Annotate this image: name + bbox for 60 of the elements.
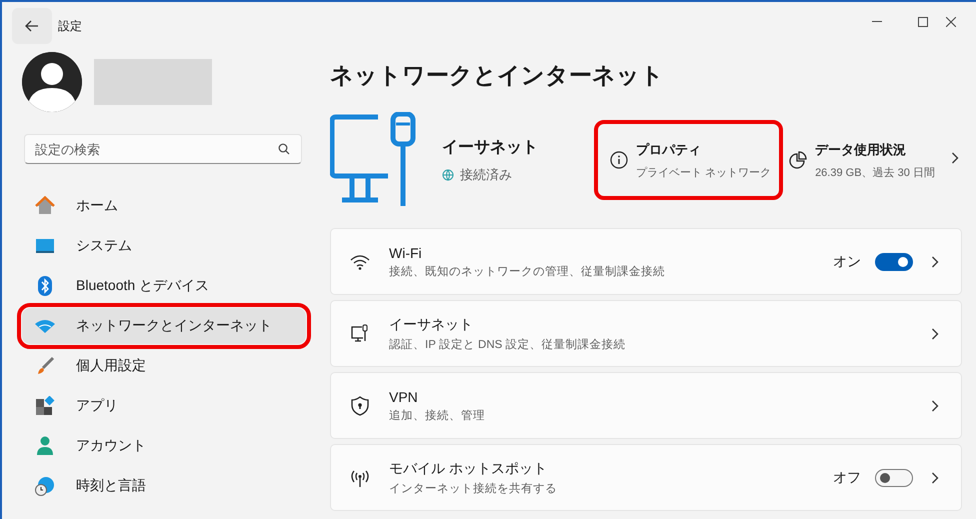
network-type: プライベート ネットワーク	[636, 166, 772, 180]
nav-item[interactable]: アカウント	[22, 428, 306, 464]
settings-card[interactable]: モバイル ホットスポット インターネット接続を共有する オフ	[330, 444, 962, 511]
connection-status: 接続済み	[460, 166, 512, 184]
wifi-icon	[34, 318, 56, 334]
data-usage-link[interactable]: データ使用状況 26.39 GB、過去 30 日間	[789, 140, 959, 180]
globe-clock-icon	[35, 476, 55, 496]
paintbrush-icon	[35, 356, 55, 376]
card-title: VPN	[389, 388, 419, 404]
close-icon	[946, 17, 956, 27]
card-description: 認証、IP 設定と DNS 設定、従量制課金接続	[389, 338, 627, 352]
nav-item[interactable]: 個人用設定	[22, 348, 306, 384]
settings-card[interactable]: VPN 追加、接続、管理	[330, 372, 962, 439]
card-description: インターネット接続を共有する	[389, 482, 558, 496]
back-arrow-icon	[25, 20, 39, 32]
nav-item[interactable]: 時刻と言語	[22, 468, 306, 504]
search-field[interactable]: 設定の検索	[24, 134, 302, 164]
data-usage-title: データ使用状況	[815, 140, 908, 158]
nav-item[interactable]: ホーム	[22, 188, 306, 224]
chevron-right-icon	[931, 472, 939, 484]
home-icon	[35, 196, 55, 216]
wifi-icon	[350, 254, 370, 270]
shield-icon	[351, 396, 369, 416]
properties-title: プロパティ	[636, 140, 702, 158]
card-title: Wi-Fi	[389, 244, 423, 260]
nav-item[interactable]: システム	[22, 228, 306, 264]
settings-card[interactable]: Wi-Fi 接続、既知のネットワークの管理、従量制課金接続 オン	[330, 228, 962, 295]
apps-icon	[35, 396, 55, 416]
nav-item[interactable]: Bluetooth とデバイス	[22, 268, 306, 304]
card-title: イーサネット	[389, 316, 474, 334]
info-icon	[610, 151, 628, 169]
connection-name: イーサネット	[442, 138, 539, 158]
data-usage-amount: 26.39 GB、過去 30 日間	[815, 166, 935, 180]
chevron-right-icon	[931, 256, 939, 268]
person-icon	[35, 436, 55, 456]
bluetooth-icon	[35, 276, 55, 296]
minimize-icon	[872, 21, 882, 23]
avatar	[22, 52, 82, 112]
properties-link[interactable]: プロパティ プライベート ネットワーク	[594, 120, 784, 200]
ethernet-icon	[350, 324, 370, 344]
toggle-state-label: オン	[833, 252, 861, 270]
nav-item[interactable]: アプリ	[22, 388, 306, 424]
chevron-right-icon	[950, 152, 959, 164]
toggle-switch[interactable]	[875, 252, 913, 270]
search-icon	[278, 143, 290, 155]
maximize-icon	[918, 17, 928, 27]
chevron-right-icon	[931, 328, 939, 340]
settings-card[interactable]: イーサネット 認証、IP 設定と DNS 設定、従量制課金接続	[330, 300, 962, 367]
globe-icon	[442, 168, 454, 180]
toggle-switch[interactable]	[875, 468, 913, 486]
card-title: モバイル ホットスポット	[389, 460, 548, 478]
page-title: ネットワークとインターネット	[330, 61, 665, 90]
toggle-state-label: オフ	[833, 468, 861, 486]
window-title: 設定	[58, 18, 82, 34]
card-description: 接続、既知のネットワークの管理、従量制課金接続	[389, 264, 666, 278]
pie-chart-icon	[789, 151, 808, 169]
nav-item[interactable]: ネットワークとインターネット	[22, 308, 306, 344]
chevron-right-icon	[931, 400, 939, 412]
card-description: 追加、接続、管理	[389, 408, 486, 422]
monitor-icon	[35, 236, 55, 256]
